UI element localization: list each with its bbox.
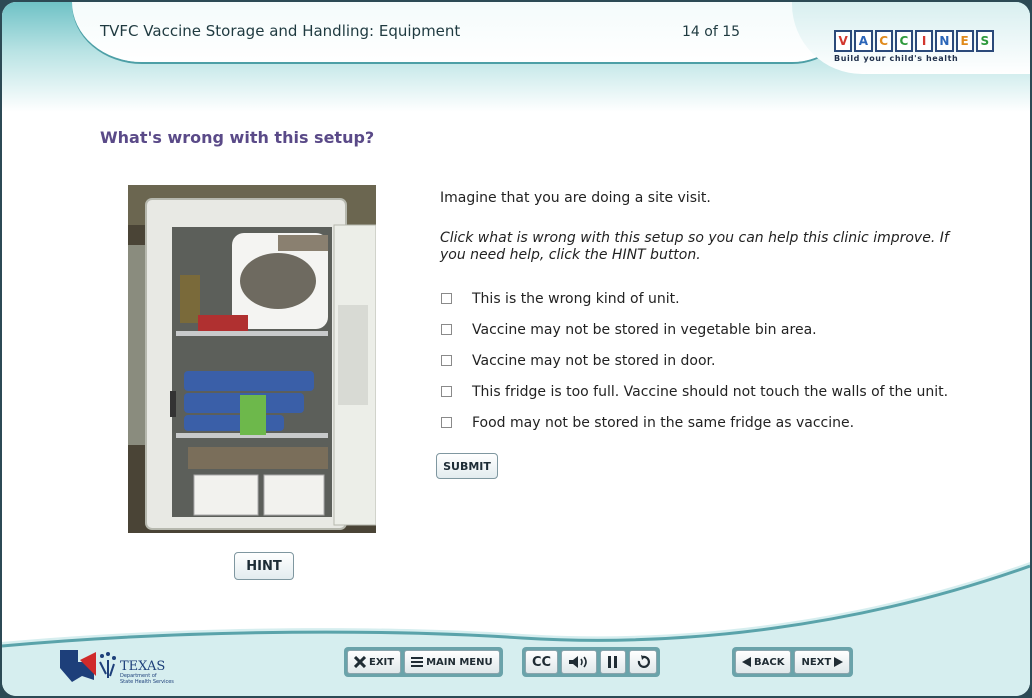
option-label: This fridge is too full. Vaccine should …: [472, 383, 949, 400]
cc-button[interactable]: CC: [525, 650, 559, 674]
option-door-storage[interactable]: Vaccine may not be stored in door.: [440, 350, 948, 371]
logo-tagline: Build your child's health: [834, 54, 959, 63]
texas-dshs-logo: TEXAS Department of State Health Service…: [58, 646, 198, 686]
next-label: NEXT: [801, 656, 832, 668]
logo-letter-block: S: [975, 30, 994, 52]
menu-icon: [411, 657, 424, 667]
close-icon: [354, 656, 366, 668]
media-controls-group: CC: [522, 647, 661, 677]
logo-letter-block: I: [915, 30, 934, 52]
option-wrong-unit[interactable]: This is the wrong kind of unit.: [440, 288, 948, 309]
option-vegetable-bin[interactable]: Vaccine may not be stored in vegetable b…: [440, 319, 948, 340]
submit-button[interactable]: SUBMIT: [436, 453, 498, 479]
logo-letter-block: C: [874, 30, 893, 52]
main-menu-button[interactable]: MAIN MENU: [404, 650, 500, 674]
logo-letter-block: E: [955, 30, 974, 52]
arrow-left-icon: [742, 657, 751, 667]
main-menu-label: MAIN MENU: [426, 656, 493, 668]
replay-button[interactable]: [629, 650, 658, 674]
page-counter: 14 of 15: [682, 24, 741, 40]
arrow-right-icon: [834, 657, 844, 667]
checkbox[interactable]: [441, 293, 452, 304]
speaker-icon: [569, 656, 587, 668]
option-food-stored[interactable]: Food may not be stored in the same fridg…: [440, 412, 948, 433]
course-frame: TVFC Vaccine Storage and Handling: Equip…: [2, 2, 1030, 696]
pause-icon: [608, 656, 618, 668]
option-label: Food may not be stored in the same fridg…: [472, 414, 855, 431]
checkbox[interactable]: [441, 355, 452, 366]
vaccines-logo: VACCINES Build your child's health: [834, 30, 994, 66]
logo-letter-block: A: [854, 30, 873, 52]
back-label: BACK: [754, 656, 785, 668]
exit-label: EXIT: [369, 656, 395, 668]
option-label: Vaccine may not be stored in vegetable b…: [472, 321, 817, 338]
answer-options: This is the wrong kind of unit. Vaccine …: [440, 288, 948, 443]
back-button[interactable]: BACK: [735, 650, 792, 674]
next-button[interactable]: NEXT: [794, 650, 851, 674]
question-title: What's wrong with this setup?: [100, 128, 375, 147]
logo-letter-block: C: [894, 30, 913, 52]
instruction-text: Click what is wrong with this setup so y…: [440, 230, 949, 263]
exit-button[interactable]: EXIT: [347, 650, 402, 674]
page-nav-group: BACK NEXT: [732, 647, 854, 677]
pause-button[interactable]: [600, 650, 627, 674]
texas-label: TEXAS: [120, 659, 165, 674]
logo-letter-block: V: [834, 30, 853, 52]
checkbox[interactable]: [441, 386, 452, 397]
replay-icon: [637, 655, 651, 668]
checkbox[interactable]: [441, 324, 452, 335]
exit-menu-group: EXIT MAIN MENU: [344, 647, 503, 677]
checkbox[interactable]: [441, 417, 452, 428]
option-too-full[interactable]: This fridge is too full. Vaccine should …: [440, 381, 948, 402]
audio-button[interactable]: [561, 650, 598, 674]
course-title: TVFC Vaccine Storage and Handling: Equip…: [100, 22, 461, 40]
cc-label: CC: [532, 654, 552, 670]
texas-sub2: State Health Services: [120, 679, 174, 685]
option-label: This is the wrong kind of unit.: [472, 290, 680, 307]
intro-text: Imagine that you are doing a site visit.: [440, 190, 711, 206]
refrigerator-photo: [128, 185, 376, 533]
option-label: Vaccine may not be stored in door.: [472, 352, 716, 369]
logo-letter-block: N: [935, 30, 954, 52]
